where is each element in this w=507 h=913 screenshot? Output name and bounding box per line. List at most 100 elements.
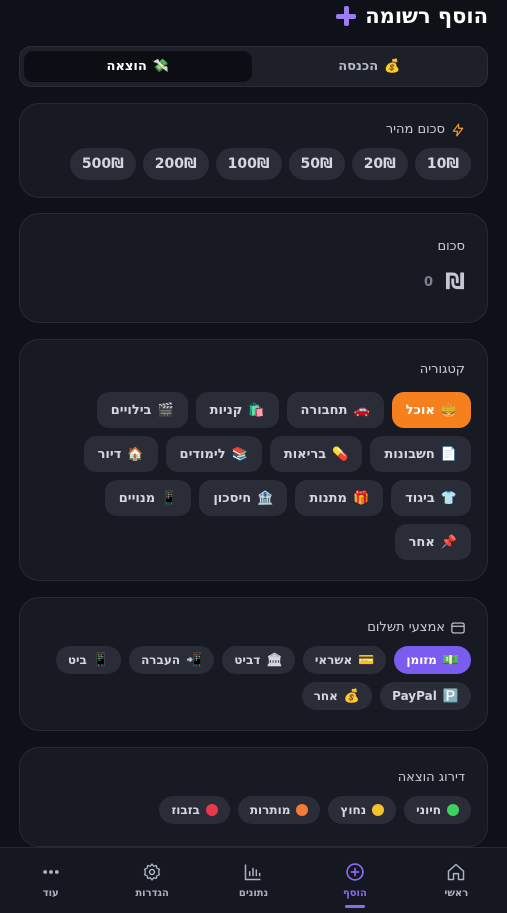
category-shopping-label: קניות — [209, 402, 243, 418]
yellow-dot-icon — [372, 804, 385, 816]
payment-row-1: 💵 מזומן 💳 אשראי 🏛 דביט 📲 העברה 📱 ביט — [36, 646, 471, 674]
document-icon: 📄 — [440, 446, 457, 462]
nav-home[interactable]: ראשי — [406, 848, 507, 913]
payment-credit-label: אשראי — [314, 653, 353, 667]
payment-card: אמצעי תשלום 💵 מזומן 💳 אשראי 🏛 דביט 📲 העברה 📱… — [19, 597, 488, 731]
category-savings-label: חיסכון — [213, 490, 252, 506]
quick-amount-100[interactable]: 100₪ — [215, 148, 282, 180]
banknote-icon: 💵 — [442, 652, 459, 668]
category-food[interactable]: 🍔 אוכל — [391, 392, 471, 428]
quick-amount-10[interactable]: 10₪ — [414, 148, 471, 180]
payment-credit[interactable]: 💳 אשראי — [302, 646, 387, 674]
amount-value: 0 — [424, 275, 434, 290]
add-circle-icon — [346, 863, 364, 881]
category-housing[interactable]: 🏠 דיור — [83, 436, 158, 472]
payment-debit[interactable]: 🏛 דביט — [222, 646, 295, 674]
category-bills-label: חשבונות — [384, 446, 435, 462]
category-gifts-label: מתנות — [309, 490, 347, 506]
tab-income[interactable]: 💰 הכנסה — [256, 51, 484, 82]
category-health[interactable]: 💊 בריאות — [269, 436, 363, 472]
category-gifts[interactable]: 🎁 מתנות — [295, 480, 384, 516]
category-shopping[interactable]: 🛍️ קניות — [195, 392, 279, 428]
quick-amount-options: 10₪ 20₪ 50₪ 100₪ 200₪ 500₪ — [36, 148, 471, 180]
car-icon: 🚗 — [353, 402, 370, 418]
category-bills[interactable]: 📄 חשבונות — [370, 436, 471, 472]
nav-more[interactable]: עוד — [0, 848, 101, 913]
category-row-4: 📌 אחר — [36, 524, 471, 560]
payment-label-row: אמצעי תשלום — [367, 620, 465, 635]
rating-needed[interactable]: נחוץ — [328, 796, 397, 824]
quick-amount-20[interactable]: 20₪ — [351, 148, 408, 180]
payment-cash-label: מזומן — [406, 653, 437, 667]
tab-expense[interactable]: 💸 הוצאה — [24, 51, 252, 82]
quick-amount-500[interactable]: 500₪ — [69, 148, 136, 180]
rating-waste[interactable]: בזבוז — [159, 796, 230, 824]
category-other[interactable]: 📌 אחר — [394, 524, 471, 560]
bank-icon: 🏛 — [266, 652, 283, 668]
clapper-icon: 🎬 — [157, 402, 174, 418]
money-bag-icon: 💰 — [343, 688, 361, 704]
amount-input[interactable]: ₪ 0 — [424, 270, 465, 295]
category-row-1: 🍔 אוכל 🚗 תחבורה 🛍️ קניות 🎬 בילויים — [36, 392, 471, 428]
payment-other[interactable]: 💰 אחר — [301, 682, 373, 710]
more-dots-icon — [42, 870, 59, 874]
category-transport[interactable]: 🚗 תחבורה — [286, 392, 384, 428]
header: הוסף רשומה — [19, 0, 488, 32]
payment-row-2: 🅿️ PayPal 💰 אחר — [36, 682, 471, 710]
category-entertainment[interactable]: 🎬 בילויים — [96, 392, 188, 428]
shopping-bags-icon: 🛍️ — [248, 402, 265, 418]
rating-label: דירוג הוצאה — [397, 770, 465, 785]
books-icon: 📚 — [231, 446, 248, 462]
payment-debit-label: דביט — [234, 653, 261, 667]
rating-luxury[interactable]: מותרות — [237, 796, 321, 824]
payment-paypal-label: PayPal — [392, 689, 437, 703]
credit-card-icon: 💳 — [358, 652, 375, 668]
payment-bit[interactable]: 📱 ביט — [55, 646, 122, 674]
burger-icon: 🍔 — [440, 402, 457, 418]
quick-amount-card: סכום מהיר 10₪ 20₪ 50₪ 100₪ 200₪ 500₪ — [19, 103, 488, 198]
category-clothing-label: ביגוד — [405, 490, 435, 506]
rating-options: חיוני נחוץ מותרות בזבוז — [36, 796, 471, 824]
payment-paypal[interactable]: 🅿️ PayPal — [380, 682, 471, 710]
house-icon: 🏠 — [127, 446, 144, 462]
shekel-icon: ₪ — [445, 270, 465, 295]
category-education[interactable]: 📚 לימודים — [165, 436, 262, 472]
red-dot-icon — [205, 804, 218, 816]
quick-amount-50[interactable]: 50₪ — [288, 148, 345, 180]
quick-amount-200[interactable]: 200₪ — [142, 148, 209, 180]
payment-cash[interactable]: 💵 מזומן — [394, 646, 471, 674]
category-other-label: אחר — [408, 534, 435, 550]
pill-icon: 💊 — [332, 446, 349, 462]
plus-icon — [335, 5, 357, 27]
entry-type-toggle: 💰 הכנסה 💸 הוצאה — [19, 46, 488, 87]
transfer-icon: 📲 — [186, 652, 203, 668]
category-savings[interactable]: 🏦 חיסכון — [199, 480, 288, 516]
quick-amount-label: סכום מהיר — [385, 122, 445, 137]
bar-chart-icon — [245, 864, 261, 881]
phone-icon: 📱 — [92, 652, 110, 668]
payment-transfer[interactable]: 📲 העברה — [129, 646, 215, 674]
category-entertainment-label: בילויים — [110, 402, 152, 418]
nav-stats[interactable]: נתונים — [203, 848, 304, 913]
category-subscriptions[interactable]: 📱 מנויים — [104, 480, 192, 516]
category-row-3: 👕 ביגוד 🎁 מתנות 🏦 חיסכון 📱 מנויים — [36, 480, 471, 516]
payment-transfer-label: העברה — [141, 653, 181, 667]
lightning-icon — [452, 123, 464, 136]
nav-add[interactable]: הוסף — [304, 848, 405, 913]
payment-other-label: אחר — [313, 689, 338, 703]
payment-bit-label: ביט — [67, 653, 87, 667]
tab-income-label: הכנסה — [338, 59, 379, 74]
nav-more-label: עוד — [42, 888, 59, 899]
category-row-2: 📄 חשבונות 💊 בריאות 📚 לימודים 🏠 דיור — [36, 436, 471, 472]
money-bag-icon: 💰 — [384, 59, 401, 74]
rating-luxury-label: מותרות — [249, 803, 291, 817]
credit-card-icon — [451, 621, 465, 634]
home-icon — [448, 863, 465, 881]
money-wings-icon: 💸 — [152, 59, 169, 74]
quick-amount-label-row: סכום מהיר — [386, 122, 465, 137]
amount-card: סכום ₪ 0 — [19, 213, 488, 323]
nav-settings[interactable]: הגדרות — [101, 848, 202, 913]
rating-essential[interactable]: חיוני — [404, 796, 471, 824]
shirt-icon: 👕 — [440, 490, 457, 506]
category-clothing[interactable]: 👕 ביגוד — [391, 480, 471, 516]
